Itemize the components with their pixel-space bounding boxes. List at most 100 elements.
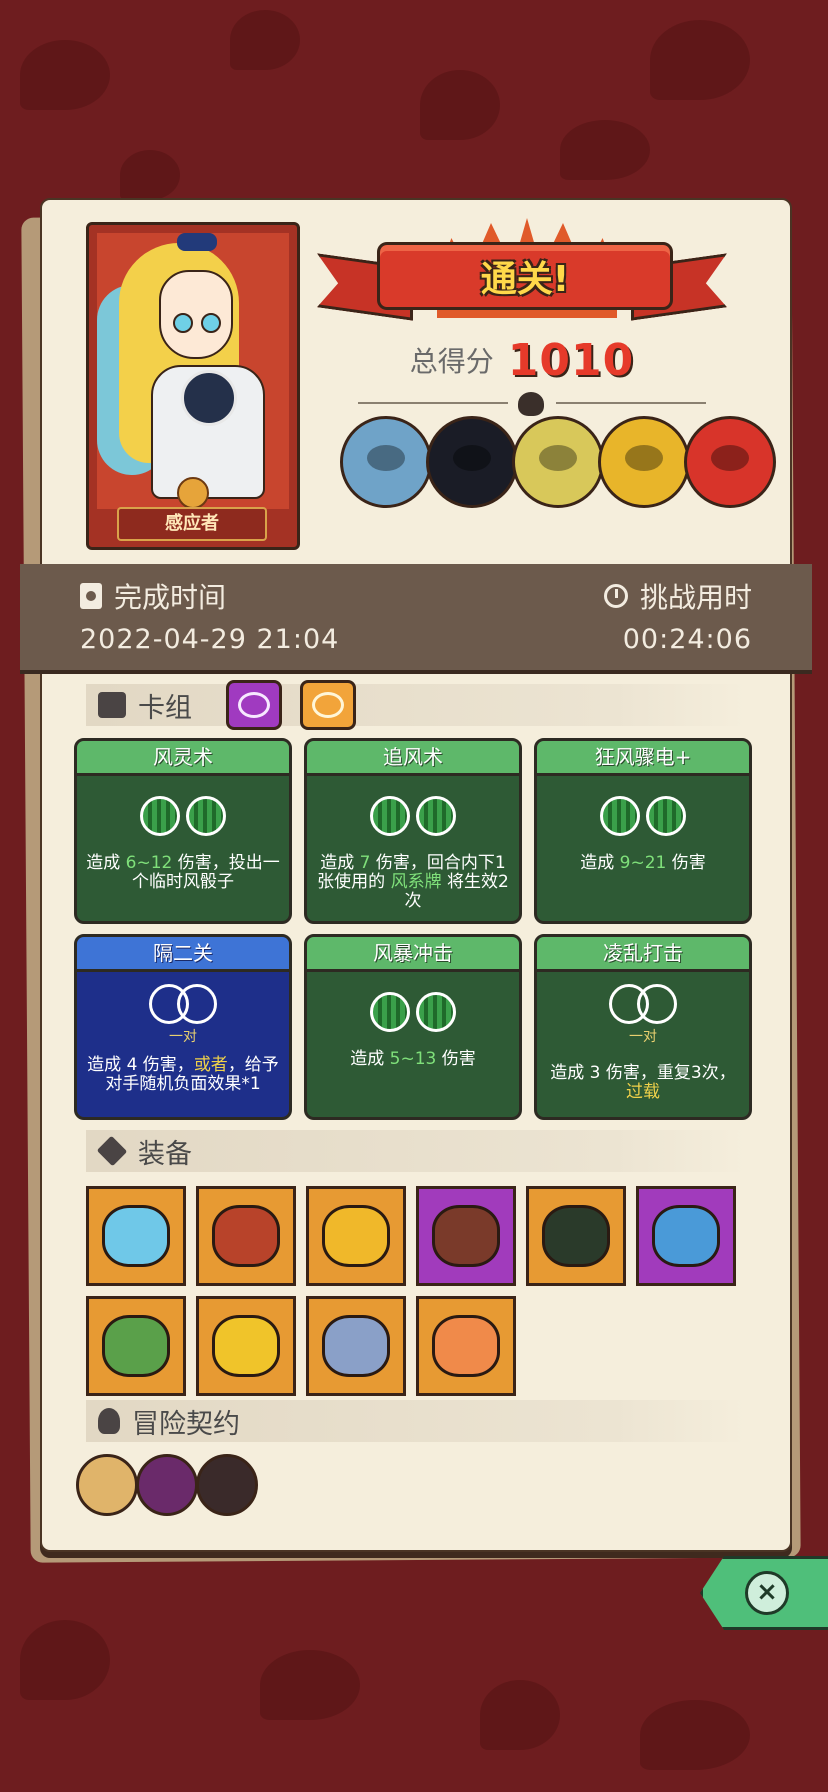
- swirl-icon: [312, 692, 344, 718]
- dice-slot: [370, 796, 410, 836]
- clear-banner: 通关!: [317, 218, 727, 338]
- skull-icon: [518, 392, 544, 416]
- character-portrait: 感应者: [86, 222, 300, 550]
- boss-portrait[interactable]: [512, 416, 604, 508]
- time-summary: 完成时间 挑战用时 2022-04-29 21:04 00:24:06: [20, 564, 812, 670]
- card-description-part: 造成: [580, 853, 620, 873]
- boss-divider: [342, 392, 722, 416]
- card-description-part: 造成: [87, 1055, 127, 1075]
- result-panel: 感应者 通关! 总得分 1010 完成时间 挑战用时 2022-04-29 21…: [20, 198, 812, 1552]
- person-icon: [98, 1408, 120, 1434]
- red-hood-icon: [212, 1205, 280, 1267]
- deck-card[interactable]: 风灵术造成 6~12 伤害，投出一个临时风骰子: [74, 738, 292, 924]
- finish-time-label: 完成时间: [114, 581, 227, 614]
- dark-horn-icon: [542, 1205, 610, 1267]
- equipment-section-title: 装备: [138, 1138, 192, 1170]
- card-description-part: 伤害，: [137, 1055, 194, 1075]
- card-description-part: 3: [589, 1063, 601, 1083]
- card-description-part: 或者: [193, 1055, 228, 1075]
- card-description: 造成 9~21 伤害: [537, 854, 749, 873]
- card-title: 隔二关: [77, 937, 289, 972]
- card-description-part: 4: [126, 1055, 138, 1075]
- defeated-bosses: [340, 416, 776, 508]
- card-description: 造成 5~13 伤害: [307, 1050, 519, 1069]
- card-description: 造成 7 伤害，回合内下1张使用的 风系牌 将生效2次: [307, 854, 519, 911]
- ghost-jelly-icon: [102, 1205, 170, 1267]
- equipment-slot-ghost-jelly[interactable]: [86, 1186, 186, 1286]
- deck-section-header: 卡组: [86, 680, 746, 730]
- dice-slot: [646, 796, 686, 836]
- dice-slot: [637, 984, 677, 1024]
- dice-slot: [186, 796, 226, 836]
- finish-time-value: 2022-04-29 21:04: [80, 624, 340, 655]
- dice-slot: [370, 992, 410, 1032]
- card-description-part: 伤害: [666, 853, 706, 873]
- pair-label: 一对: [169, 1029, 197, 1045]
- dice-slot: [177, 984, 217, 1024]
- equipment-slot-horn-cannon[interactable]: [306, 1296, 406, 1396]
- card-description-part: 造成: [320, 853, 360, 873]
- horn-cannon-icon: [322, 1315, 390, 1377]
- deck-card[interactable]: 隔二关一对造成 4 伤害，或者，给予对手随机负面效果*1: [74, 934, 292, 1120]
- card-description-part: 伤害，重复3次，: [600, 1063, 736, 1083]
- card-description: 造成 4 伤害，或者，给予对手随机负面效果*1: [77, 1056, 289, 1094]
- card-description-part: 伤害: [436, 1049, 476, 1069]
- boss-portrait[interactable]: [684, 416, 776, 508]
- deck-card[interactable]: 凌乱打击 一对 造成 3 伤害，重复3次，过载: [534, 934, 752, 1120]
- card-description-part: 造成: [550, 1063, 590, 1083]
- clear-banner-text: 通关!: [480, 259, 570, 300]
- card-description-part: 风系牌: [390, 872, 442, 892]
- card-title: 凌乱打击: [537, 937, 749, 972]
- boss-portrait[interactable]: [426, 416, 518, 508]
- card-description: 造成 3 伤害，重复3次，过载: [537, 1064, 749, 1102]
- boss-portrait[interactable]: [598, 416, 690, 508]
- dice-slot: [140, 796, 180, 836]
- deck-card[interactable]: 追风术造成 7 伤害，回合内下1张使用的 风系牌 将生效2次: [304, 738, 522, 924]
- fire-book-icon: [432, 1205, 500, 1267]
- score-label: 总得分: [409, 345, 494, 378]
- deck-card[interactable]: 狂风骤电+ 造成 9~21 伤害: [534, 738, 752, 924]
- card-title: 风灵术: [77, 741, 289, 776]
- dice-slot: [416, 992, 456, 1032]
- deck-tab-wind[interactable]: [300, 680, 356, 730]
- card-description-part: 造成: [350, 1049, 390, 1069]
- card-description: 造成 6~12 伤害，投出一个临时风骰子: [77, 854, 289, 892]
- gold-coin-icon: [212, 1315, 280, 1377]
- card-title: 追风术: [307, 741, 519, 776]
- blue-shield-icon: [652, 1205, 720, 1267]
- equipment-slot-blue-shield[interactable]: [636, 1186, 736, 1286]
- duration-label: 挑战用时: [639, 581, 752, 614]
- equipment-slot-green-scroll[interactable]: [86, 1296, 186, 1396]
- equipment-slot-red-hood[interactable]: [196, 1186, 296, 1286]
- equipment-slot-dark-horn[interactable]: [526, 1186, 626, 1286]
- scroll-icon[interactable]: [76, 1454, 138, 1516]
- card-description-part: 5~13: [389, 1049, 437, 1069]
- card-description-part: 6~12: [125, 853, 173, 873]
- duration-value: 00:24:06: [622, 624, 752, 655]
- equipment-slot-eye-shield[interactable]: [416, 1296, 516, 1396]
- deck-tab-arcane[interactable]: [226, 680, 282, 730]
- dice-slot: [600, 796, 640, 836]
- card-title: 狂风骤电+: [537, 741, 749, 776]
- cards-icon: [98, 692, 126, 718]
- equipment-slot-gold-coin[interactable]: [196, 1296, 296, 1396]
- deck-card[interactable]: 风暴冲击造成 5~13 伤害: [304, 934, 522, 1120]
- green-scroll-icon: [102, 1315, 170, 1377]
- eye-shield-icon: [432, 1315, 500, 1377]
- close-button[interactable]: ×: [700, 1556, 828, 1630]
- equipment-slot-fire-book[interactable]: [416, 1186, 516, 1286]
- card-description-part: 7: [359, 853, 371, 873]
- flower-pot-icon[interactable]: [196, 1454, 258, 1516]
- close-icon: ×: [745, 1571, 789, 1615]
- card-title: 风暴冲击: [307, 937, 519, 972]
- equipment-slot-flame-crown[interactable]: [306, 1186, 406, 1286]
- flame-crown-icon: [322, 1205, 390, 1267]
- film-icon: [80, 583, 102, 609]
- card-description-part: 造成: [86, 853, 126, 873]
- contract-section-title: 冒险契约: [132, 1408, 240, 1440]
- rank-medal-icon: [177, 477, 209, 509]
- card-description-part: 过载: [626, 1082, 660, 1102]
- score-value: 1010: [507, 334, 635, 386]
- boss-portrait[interactable]: [340, 416, 432, 508]
- fist-seal-icon[interactable]: [136, 1454, 198, 1516]
